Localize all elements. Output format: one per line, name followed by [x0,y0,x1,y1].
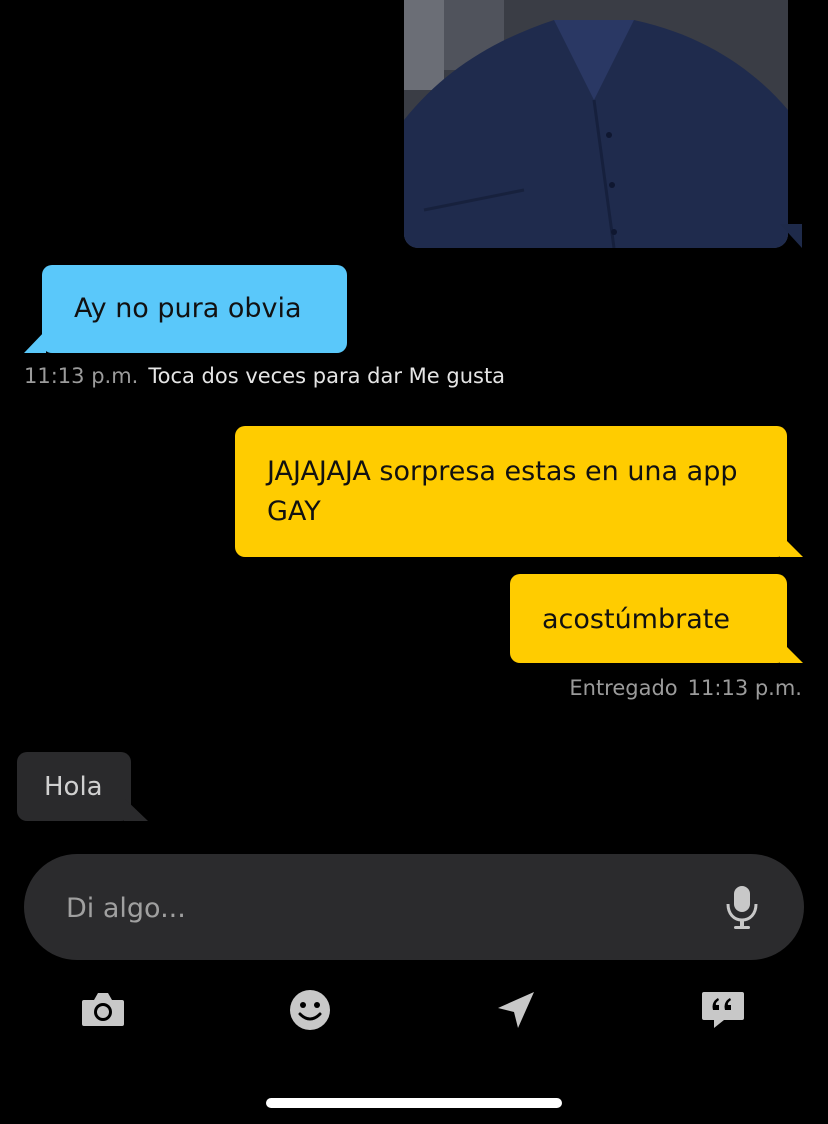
message-input[interactable] [64,882,688,934]
photo-message[interactable] [404,0,788,248]
like-hint: Toca dos veces para dar Me gusta [148,364,506,388]
sent-message-meta: Entregado 11:13 p.m. [569,676,802,700]
received-message-text: Ay no pura obvia [74,293,302,324]
incoming-message-text: Hola [44,772,103,802]
message-composer [24,854,804,960]
photo-tail [780,224,802,248]
sent-timestamp: 11:13 p.m. [687,676,802,700]
microphone-icon[interactable] [724,884,760,930]
incoming-bubble-tail [124,798,148,821]
location-arrow-icon[interactable] [492,988,538,1032]
sent-message-text-2: acostúmbrate [542,604,730,635]
emoji-icon[interactable] [287,988,333,1032]
sent-message-bubble-2[interactable]: acostúmbrate [510,574,787,663]
camera-icon[interactable] [80,988,126,1032]
received-message-bubble[interactable]: Ay no pura obvia [42,265,347,353]
received-bubble-tail [24,330,46,353]
received-timestamp: 11:13 p.m. [24,364,139,388]
sent-message-bubble[interactable]: JAJAJAJA sorpresa estas en una app GAY [235,426,787,557]
chat-screen: Ay no pura obvia 11:13 p.m. Toca dos vece… [0,0,828,1124]
incoming-message-bubble[interactable]: Hola [17,752,131,821]
sent-bubble-tail [780,534,803,557]
delivery-status: Entregado [569,676,678,700]
sent-message-text: JAJAJAJA sorpresa estas en una app GAY [267,456,738,527]
photo-image [404,0,788,248]
received-message-meta: 11:13 p.m. Toca dos veces para dar Me gus… [24,364,505,388]
sent-bubble-tail-2 [780,640,803,663]
saved-phrases-icon[interactable] [700,988,746,1032]
home-indicator[interactable] [266,1098,562,1108]
